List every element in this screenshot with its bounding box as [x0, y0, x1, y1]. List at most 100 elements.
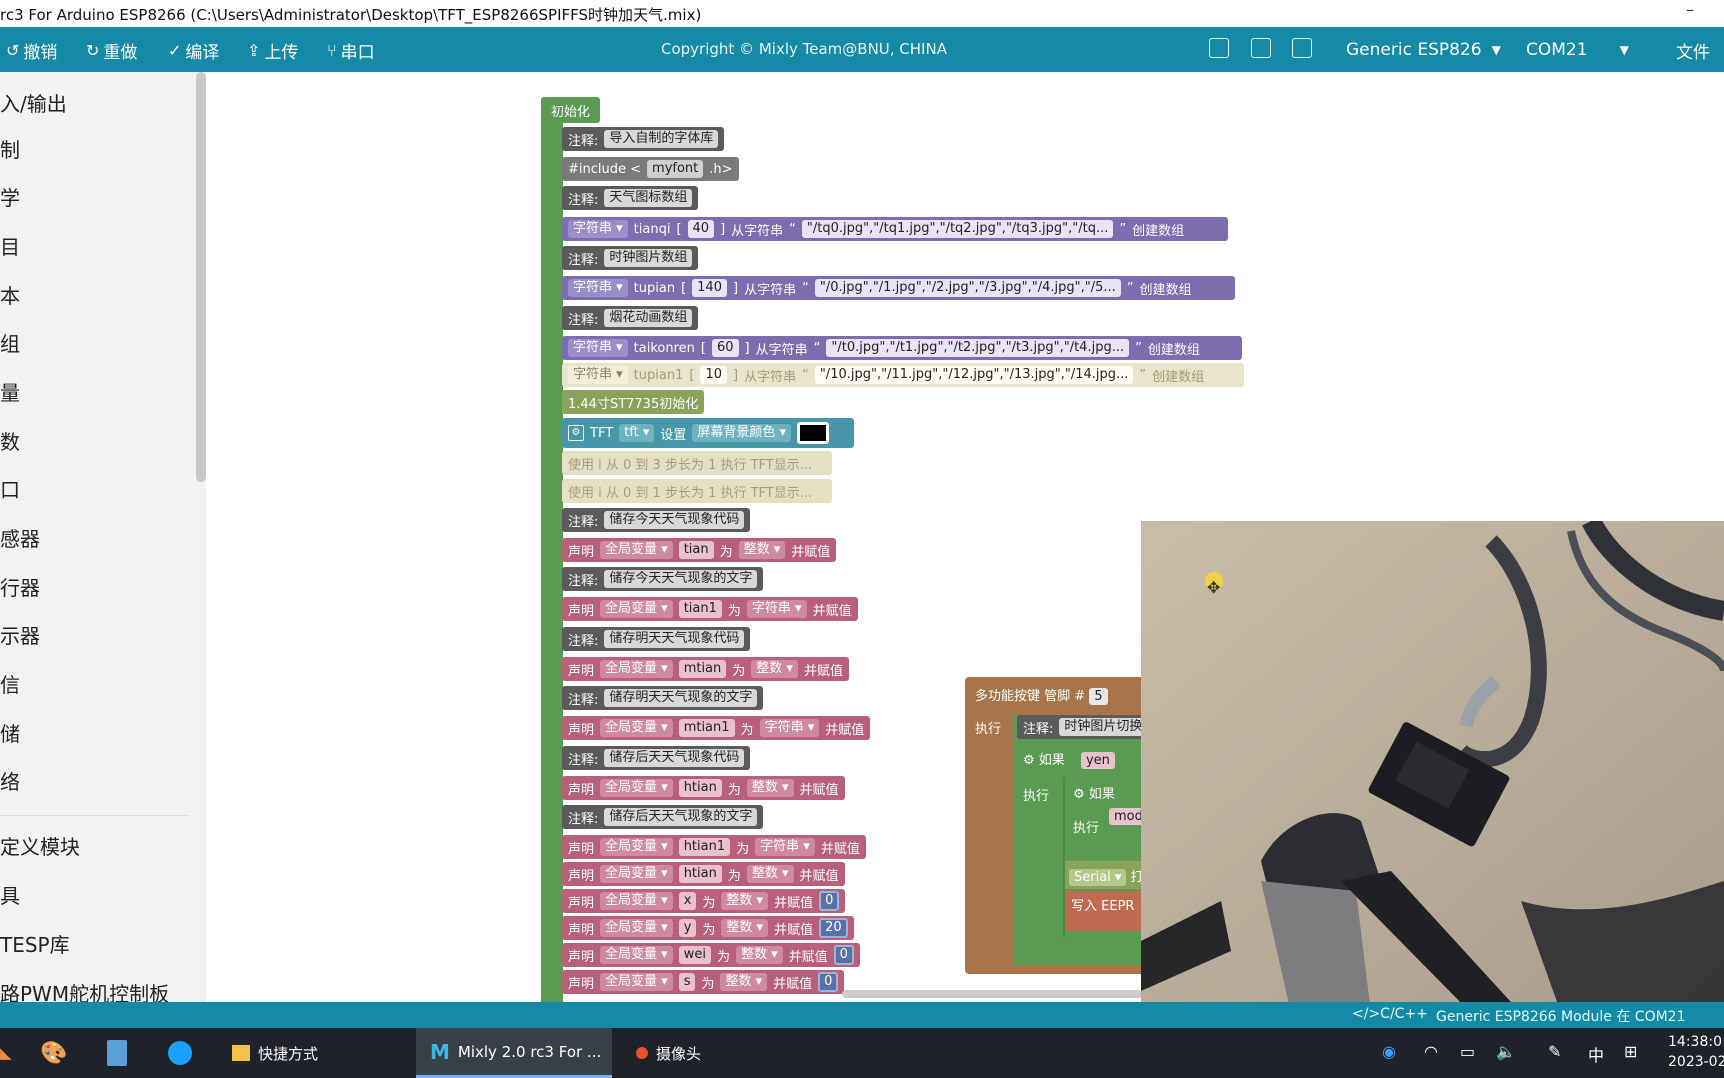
init-block-header[interactable]: 初始化	[541, 97, 601, 123]
scope-dropdown[interactable]: 全局变量 ▾	[600, 600, 673, 618]
language-indicator[interactable]: </>C/C++	[1352, 1006, 1428, 1022]
category-displays[interactable]: 示器	[0, 620, 40, 649]
minimize-button[interactable]: –	[1686, 0, 1694, 19]
category-network[interactable]: 络	[0, 766, 20, 795]
scope-dropdown[interactable]: 全局变量 ▾	[600, 946, 673, 964]
board-select[interactable]: Generic ESP826 ▼	[1346, 36, 1506, 64]
type-dropdown[interactable]: 整数 ▾	[720, 973, 768, 991]
declare-block[interactable]: 声明 全局变量 ▾ mtian1 为字符串 ▾ 并赋值	[562, 716, 871, 740]
category-actuators[interactable]: 行器	[0, 572, 40, 601]
string-array-block[interactable]: 字符串 ▾ taikonren[60] 从字符串 “"/t0.jpg","/t1.jp…	[562, 336, 1242, 360]
file-menu[interactable]: 文件	[1676, 36, 1724, 64]
tft-prop-dropdown[interactable]: 屏幕背景颜色 ▾	[692, 424, 792, 442]
declare-block[interactable]: 声明 全局变量 ▾ y 为整数 ▾ 并赋值 20	[562, 916, 854, 940]
workspace-scrollbar[interactable]	[842, 990, 1142, 998]
declare-block[interactable]: 声明 全局变量 ▾ wei 为整数 ▾ 并赋值 0	[562, 943, 860, 967]
note-block[interactable]: 注释: 天气图标数组	[562, 186, 699, 210]
button-event-block[interactable]: 多功能按键 管脚 # 5 执行 注释: 时钟图片切换 ⚙ 如果 yen 执行 ⚙ …	[965, 677, 1148, 974]
declare-block[interactable]: 声明 全局变量 ▾ tian1 为字符串 ▾ 并赋值	[562, 597, 858, 621]
var-name[interactable]: s	[678, 973, 696, 991]
volume-icon[interactable]: 🔈	[1496, 1042, 1516, 1061]
calculator-app-icon[interactable]	[107, 1028, 147, 1078]
upload-button[interactable]: ⇪ 上传	[247, 38, 298, 63]
category-control[interactable]: 制	[0, 134, 20, 163]
category-text[interactable]: 本	[0, 280, 20, 309]
category-tools[interactable]: 具	[0, 880, 20, 909]
category-serial[interactable]: 口	[0, 474, 20, 503]
string-array-block[interactable]: 字符串 ▾ tupian[140] 从字符串 “"/0.jpg","/1.jpg","…	[562, 276, 1235, 300]
sidebar-toggle-icon[interactable]	[1251, 38, 1271, 58]
category-custom-module[interactable]: 定义模块	[0, 831, 80, 860]
var-name[interactable]: x	[678, 892, 697, 910]
type-dropdown[interactable]: 字符串 ▾	[568, 220, 628, 238]
port-select[interactable]: COM21 ▼	[1526, 36, 1638, 64]
note-text[interactable]: 天气图标数组	[604, 189, 693, 207]
gear-icon[interactable]: ⚙	[1023, 753, 1035, 768]
array-value[interactable]: "/10.jpg","/11.jpg","/12.jpg","/13.jpg",…	[814, 366, 1134, 384]
note-block[interactable]: 注释: 导入自制的字体库	[562, 127, 725, 151]
ime-indicator[interactable]: 中	[1588, 1042, 1604, 1066]
redo-button[interactable]: ↻ 重做	[86, 38, 137, 63]
scope-dropdown[interactable]: 全局变量 ▾	[600, 865, 673, 883]
pinned-app-icon[interactable]: ◣	[0, 1028, 20, 1078]
category-communication[interactable]: 信	[0, 669, 20, 698]
note-text[interactable]: 导入自制的字体库	[604, 130, 719, 148]
scope-dropdown[interactable]: 全局变量 ▾	[600, 973, 673, 991]
scope-dropdown[interactable]: 全局变量 ▾	[600, 660, 673, 678]
note-block[interactable]: 注释: 储存后天天气现象的文字	[562, 805, 764, 829]
pin-dropdown[interactable]: 5	[1089, 688, 1108, 705]
var-name[interactable]: tian	[678, 541, 714, 559]
scope-dropdown[interactable]: 全局变量 ▾	[600, 838, 673, 856]
network-status-icon[interactable]: ◉	[1382, 1042, 1396, 1061]
color-swatch[interactable]	[797, 422, 830, 444]
note-text[interactable]: 储存后天天气现象的文字	[604, 808, 758, 826]
declare-block[interactable]: 声明 全局变量 ▾ htian1 为字符串 ▾ 并赋值	[562, 835, 866, 859]
var-name[interactable]: htian1	[678, 838, 731, 856]
note-text[interactable]: 时钟图片切换	[1059, 718, 1148, 736]
note-block[interactable]: 注释: 储存今天天气现象的文字	[562, 567, 764, 591]
serial-button[interactable]: ⑂ 串口	[327, 38, 375, 63]
array-name[interactable]: tianqi	[634, 222, 671, 237]
system-clock[interactable]: 14:38:0 2023-02	[1668, 1032, 1724, 1072]
category-variables[interactable]: 量	[0, 377, 20, 406]
gear-icon[interactable]: ⚙	[568, 425, 584, 441]
type-dropdown[interactable]: 字符串 ▾	[755, 838, 815, 856]
var-name[interactable]: mtian1	[678, 719, 735, 737]
scope-dropdown[interactable]: 全局变量 ▾	[600, 892, 673, 910]
var-value[interactable]: 0	[819, 891, 840, 911]
note-block[interactable]: 注释: 时钟图片数组	[562, 246, 699, 270]
array-name[interactable]: tupian	[634, 281, 675, 296]
camera-preview-window[interactable]: ✥	[1141, 521, 1724, 1013]
keyboard-icon[interactable]: ⊞	[1624, 1042, 1637, 1061]
array-name[interactable]: tupian1	[634, 368, 684, 383]
category-storage[interactable]: 储	[0, 718, 20, 747]
nested-if-block[interactable]: ⚙ 如果 执行 mod Serial ▾ 打 写入 EEPR	[1063, 777, 1148, 937]
undo-button[interactable]: ↺ 撤销	[6, 38, 57, 63]
type-dropdown[interactable]: 整数 ▾	[721, 919, 769, 937]
type-dropdown[interactable]: 字符串 ▾	[759, 719, 820, 737]
taskbar-mixly-window[interactable]: M Mixly 2.0 rc3 For ...	[416, 1028, 612, 1078]
type-dropdown[interactable]: 整数 ▾	[746, 779, 794, 797]
for-loop-block-disabled[interactable]: 使用 i 从 0 到 3 步长为 1 执行 TFT显示...	[562, 451, 832, 475]
type-dropdown[interactable]: 整数 ▾	[735, 946, 783, 964]
note-text[interactable]: 时钟图片数组	[604, 249, 693, 267]
array-value[interactable]: "/t0.jpg","/t1.jpg","/t2.jpg","/t3.jpg",…	[826, 339, 1130, 357]
serial-dropdown[interactable]: Serial ▾	[1069, 869, 1127, 886]
category-functions[interactable]: 数	[0, 426, 20, 455]
note-text[interactable]: 储存明天天气现象代码	[604, 630, 745, 648]
type-dropdown[interactable]: 整数 ▾	[738, 541, 786, 559]
var-name[interactable]: htian	[678, 779, 722, 797]
string-array-block[interactable]: 字符串 ▾ tianqi[40] 从字符串 “"/tq0.jpg","/tq1.jpg…	[562, 217, 1228, 241]
declare-block[interactable]: 声明 全局变量 ▾ tian 为整数 ▾ 并赋值	[562, 538, 837, 562]
panel-icon[interactable]	[1209, 38, 1229, 58]
category-esp-lib[interactable]: TESP库	[0, 929, 70, 958]
array-name[interactable]: taikonren	[634, 341, 695, 356]
array-size[interactable]: 60	[711, 339, 739, 357]
scope-dropdown[interactable]: 全局变量 ▾	[600, 919, 673, 937]
note-block[interactable]: 注释: 储存后天天气现象代码	[562, 746, 751, 770]
category-io[interactable]: 入/输出	[0, 88, 67, 117]
var-name[interactable]: y	[678, 919, 697, 937]
code-icon[interactable]	[1292, 38, 1312, 58]
scope-dropdown[interactable]: 全局变量 ▾	[600, 779, 673, 797]
gear-icon[interactable]: ⚙	[1073, 787, 1085, 802]
